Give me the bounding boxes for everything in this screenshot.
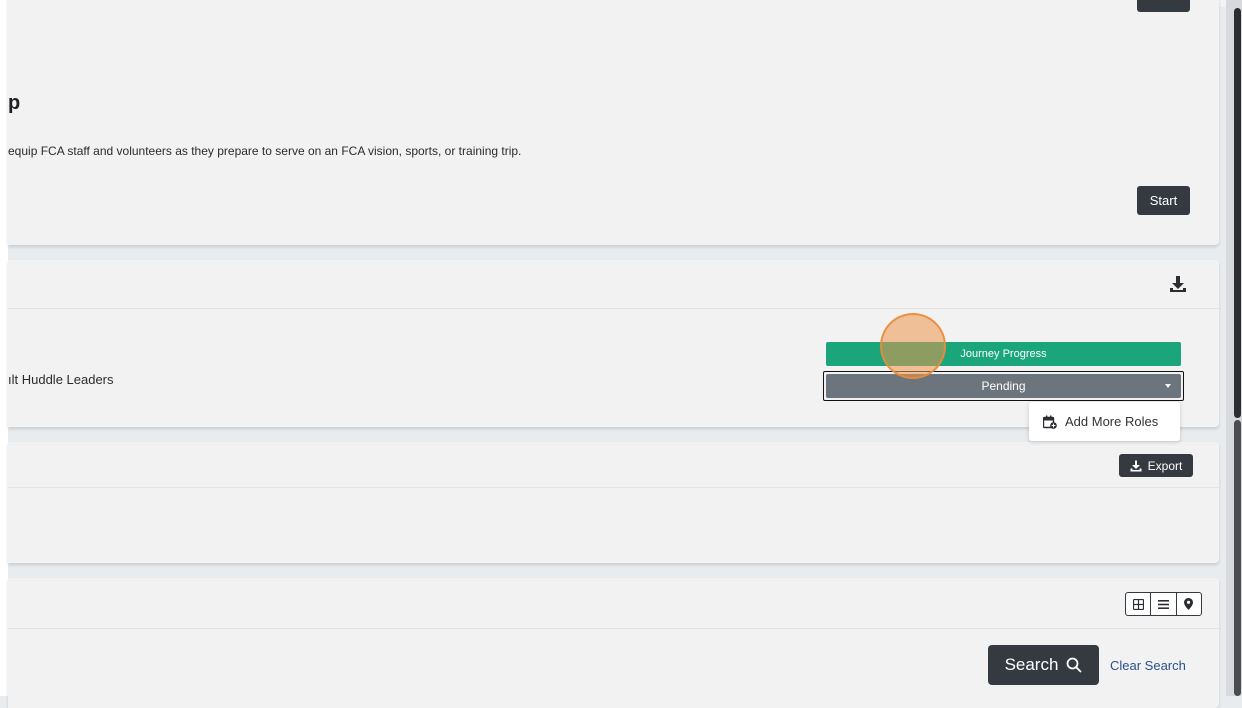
roles-card-header (8, 260, 1219, 309)
caret-down-icon (1165, 384, 1171, 388)
left-edge (0, 0, 8, 696)
export-button-label: Export (1147, 458, 1183, 473)
download-icon (1130, 460, 1142, 471)
export-card: Export (8, 442, 1219, 563)
map-view-icon (1184, 598, 1194, 610)
trip-title: p (8, 92, 21, 114)
click-indicator (880, 313, 946, 379)
top-cut-button[interactable] (1137, 0, 1190, 12)
scrollbar-thumb[interactable] (1234, 8, 1241, 418)
calendar-add-icon (1043, 415, 1057, 429)
search-button[interactable]: Search (988, 645, 1099, 685)
search-card: Search Clear Search (8, 578, 1219, 708)
scrollbar-thumb-lower[interactable] (1234, 420, 1241, 696)
clear-search-link[interactable]: Clear Search (1110, 658, 1186, 673)
trip-description: equip FCA staff and volunteers as they p… (8, 144, 522, 158)
search-icon (1067, 657, 1083, 673)
status-dropdown-menu: Add More Roles (1029, 402, 1180, 441)
view-toggle-group (1125, 592, 1202, 616)
search-button-label: Search (1004, 655, 1059, 674)
role-name: ılt Huddle Leaders (8, 372, 114, 387)
status-dropdown[interactable]: Pending (826, 374, 1181, 398)
map-view-button[interactable] (1177, 593, 1201, 615)
grid-view-icon (1132, 598, 1144, 610)
add-more-roles-item[interactable]: Add More Roles (1065, 414, 1158, 429)
download-icon[interactable] (1169, 275, 1187, 293)
grid-view-button[interactable] (1126, 593, 1152, 615)
export-card-header (8, 442, 1219, 488)
export-button[interactable]: Export (1119, 454, 1193, 477)
list-view-icon (1157, 599, 1169, 609)
list-view-button[interactable] (1151, 593, 1177, 615)
status-dropdown-label: Pending (981, 379, 1026, 393)
search-card-header (8, 578, 1219, 629)
start-button[interactable]: Start (1137, 186, 1190, 215)
trip-card: p equip FCA staff and volunteers as they… (8, 0, 1219, 245)
